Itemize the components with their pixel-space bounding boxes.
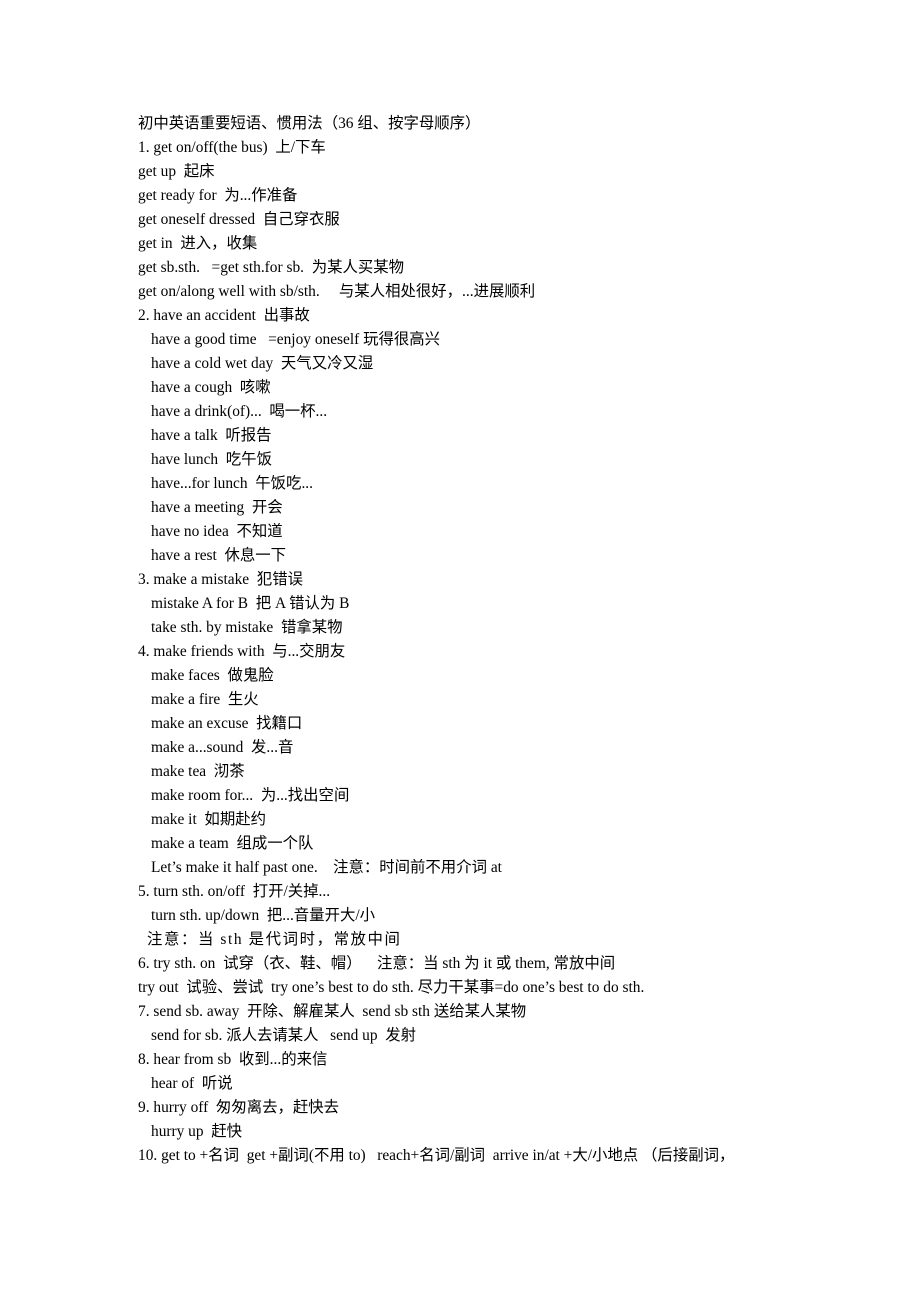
text-line: make tea 沏茶 <box>151 763 245 780</box>
text-line: get up 起床 <box>138 163 215 180</box>
text-line: have a talk 听报告 <box>151 427 272 444</box>
text-line: get ready for 为...作准备 <box>138 187 298 204</box>
text-line: get sb.sth. =get sth.for sb. 为某人买某物 <box>138 259 405 276</box>
text-line: get on/along well with sb/sth. 与某人相处很好，.… <box>138 283 536 300</box>
text-line: take sth. by mistake 错拿某物 <box>151 619 343 636</box>
text-line: have a good time =enjoy oneself 玩得很高兴 <box>151 331 441 348</box>
text-line: Let’s make it half past one. 注意：时间前不用介词 … <box>151 859 502 876</box>
text-line: turn sth. up/down 把...音量开大/小 <box>151 907 376 924</box>
text-line: hurry up 赶快 <box>151 1123 243 1140</box>
text-line: make faces 做鬼脸 <box>151 667 274 684</box>
text-line: send for sb. 派人去请某人 send up 发射 <box>151 1027 417 1044</box>
text-line: try out 试验、尝试 try one’s best to do sth. … <box>138 979 645 996</box>
text-line: 9. hurry off 匆匆离去，赶快去 <box>138 1099 340 1116</box>
document-text-body: 初中英语重要短语、惯用法（36 组、按字母顺序） 1. get on/off(th… <box>0 112 920 1168</box>
text-line: make a fire 生火 <box>151 691 259 708</box>
text-line: make room for... 为...找出空间 <box>151 787 350 804</box>
text-line: 10. get to +名词 get +副词(不用 to) reach+名词/副… <box>138 1147 735 1164</box>
text-line: have lunch 吃午饭 <box>151 451 272 468</box>
document-title: 初中英语重要短语、惯用法（36 组、按字母顺序） <box>138 115 481 132</box>
text-line: 7. send sb. away 开除、解雇某人 send sb sth 送给某… <box>138 1003 527 1020</box>
text-line: 1. get on/off(the bus) 上/下车 <box>138 139 326 156</box>
text-line: have a drink(of)... 喝一杯... <box>151 403 328 420</box>
text-line: 3. make a mistake 犯错误 <box>138 571 303 588</box>
text-line: make a team 组成一个队 <box>151 835 314 852</box>
text-line: mistake A for B 把 A 错认为 B <box>151 595 350 612</box>
document-page: 初中英语重要短语、惯用法（36 组、按字母顺序） 1. get on/off(th… <box>0 0 920 1302</box>
text-line: make an excuse 找籍口 <box>151 715 303 732</box>
text-line: 5. turn sth. on/off 打开/关掉... <box>138 883 331 900</box>
text-line: 4. make friends with 与...交朋友 <box>138 643 346 660</box>
text-line: 6. try sth. on 试穿（衣、鞋、帽） 注意：当 sth 为 it 或… <box>138 955 616 972</box>
text-line: 8. hear from sb 收到...的来信 <box>138 1051 328 1068</box>
text-line: get oneself dressed 自己穿衣服 <box>138 211 340 228</box>
text-line: make a...sound 发...音 <box>151 739 294 756</box>
text-line: get in 进入，收集 <box>138 235 258 252</box>
text-line: 注意：当 sth 是代词时，常放中间 <box>147 931 402 948</box>
text-line: have a cough 咳嗽 <box>151 379 271 396</box>
text-line: have no idea 不知道 <box>151 523 283 540</box>
text-line: have a rest 休息一下 <box>151 547 287 564</box>
text-line: hear of 听说 <box>151 1075 233 1092</box>
text-line: have...for lunch 午饭吃... <box>151 475 313 492</box>
text-line: 2. have an accident 出事故 <box>138 307 310 324</box>
text-line: make it 如期赴约 <box>151 811 266 828</box>
text-line: have a cold wet day 天气又冷又湿 <box>151 355 374 372</box>
text-line: have a meeting 开会 <box>151 499 283 516</box>
